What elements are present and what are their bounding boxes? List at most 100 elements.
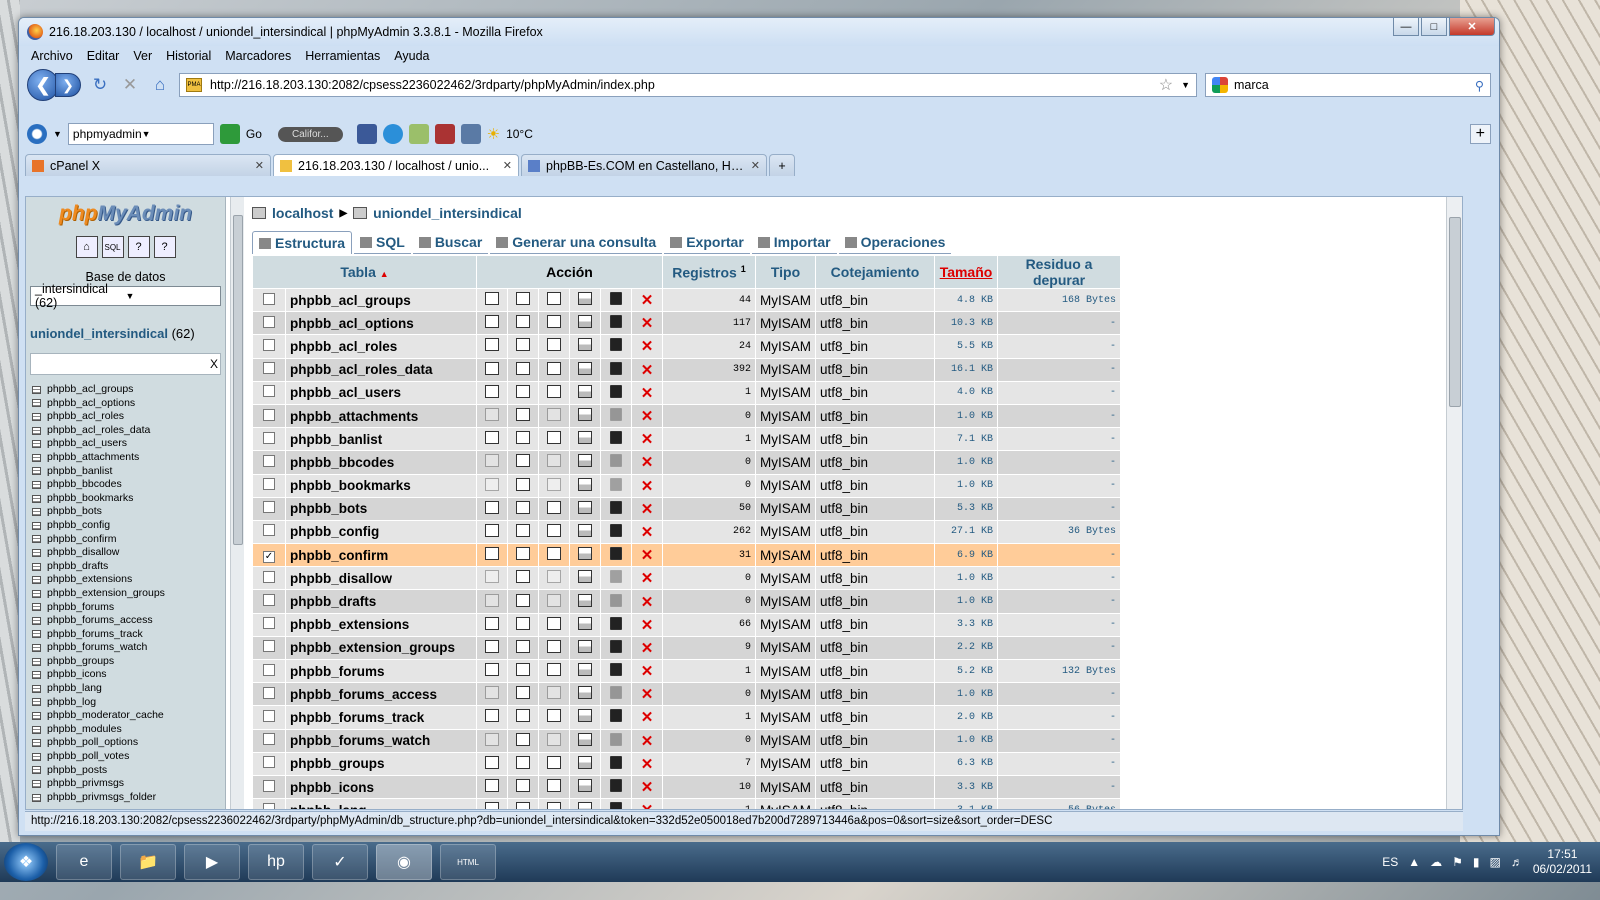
drop-icon[interactable]: ✕ bbox=[641, 802, 654, 809]
sidebar-table-item[interactable]: phpbb_log bbox=[32, 696, 225, 710]
table-row[interactable]: ✓ phpbb_confirm ✕ 31 MyISAM utf8_bin 6.9 KB - bbox=[253, 544, 1121, 567]
sidebar-table-item[interactable]: phpbb_acl_groups bbox=[32, 383, 225, 397]
menu-item-4[interactable]: Marcadores bbox=[225, 49, 291, 63]
insert-icon[interactable] bbox=[578, 755, 592, 769]
structure-icon[interactable] bbox=[516, 431, 530, 445]
empty-icon[interactable] bbox=[610, 408, 622, 422]
empty-icon[interactable] bbox=[610, 686, 622, 700]
row-checkbox[interactable] bbox=[263, 779, 275, 792]
sidebar-table-item[interactable]: phpbb_bookmarks bbox=[32, 492, 225, 506]
url-input[interactable] bbox=[210, 78, 1151, 92]
drop-icon[interactable]: ✕ bbox=[641, 709, 654, 726]
sidebar-table-item[interactable]: phpbb_bots bbox=[32, 505, 225, 519]
row-checkbox[interactable] bbox=[263, 709, 275, 722]
crumb-server-link[interactable]: localhost bbox=[272, 205, 333, 221]
insert-icon[interactable] bbox=[578, 779, 592, 793]
table-name[interactable]: phpbb_drafts bbox=[286, 590, 476, 613]
structure-icon[interactable] bbox=[516, 709, 530, 723]
empty-icon[interactable] bbox=[610, 523, 622, 537]
empty-icon[interactable] bbox=[610, 709, 622, 723]
drop-icon[interactable]: ✕ bbox=[641, 292, 654, 309]
media-player-taskbar-icon[interactable]: ▶ bbox=[184, 844, 240, 880]
structure-icon[interactable] bbox=[516, 454, 530, 468]
table-name[interactable]: phpbb_icons bbox=[286, 775, 476, 799]
size-cell[interactable]: 5.3 KB bbox=[935, 497, 998, 520]
drop-icon[interactable]: ✕ bbox=[641, 617, 654, 634]
table-row[interactable]: phpbb_extension_groups ✕ 9 MyISAM utf8_bin 2.… bbox=[253, 636, 1121, 659]
size-cell[interactable]: 3.3 KB bbox=[935, 775, 998, 799]
sidebar-table-item[interactable]: phpbb_attachments bbox=[32, 451, 225, 465]
sidebar-table-item[interactable]: phpbb_poll_options bbox=[32, 736, 225, 750]
sidebar-table-item[interactable]: phpbb_icons bbox=[32, 668, 225, 682]
sidebar-table-item[interactable]: phpbb_privmsgs bbox=[32, 777, 225, 791]
table-name[interactable]: phpbb_attachments bbox=[286, 404, 476, 428]
structure-icon[interactable] bbox=[516, 338, 530, 352]
table-name[interactable]: phpbb_groups bbox=[286, 752, 476, 775]
reload-icon[interactable]: ↻ bbox=[89, 74, 111, 96]
insert-icon[interactable] bbox=[578, 454, 592, 468]
drop-icon[interactable]: ✕ bbox=[641, 454, 654, 471]
search-icon[interactable] bbox=[547, 593, 561, 607]
add-toolbar-button[interactable]: + bbox=[1469, 124, 1491, 144]
language-indicator[interactable]: ES bbox=[1382, 855, 1398, 869]
sql-docs-icon[interactable]: ? bbox=[153, 236, 176, 258]
table-name[interactable]: phpbb_bbcodes bbox=[286, 451, 476, 474]
sql-query-icon[interactable]: SQL bbox=[101, 236, 124, 258]
insert-icon[interactable] bbox=[578, 802, 592, 809]
tab-close-icon[interactable]: ✕ bbox=[751, 159, 760, 172]
table-row[interactable]: phpbb_acl_options ✕ 117 MyISAM utf8_bin 10.3 … bbox=[253, 312, 1121, 335]
size-cell[interactable]: 5.2 KB bbox=[935, 660, 998, 683]
row-checkbox[interactable] bbox=[263, 663, 275, 676]
browse-icon[interactable] bbox=[485, 431, 499, 445]
table-row[interactable]: phpbb_forums_access ✕ 0 MyISAM utf8_bin 1.0 K… bbox=[253, 683, 1121, 706]
crumb-db-link[interactable]: uniondel_intersindical bbox=[373, 205, 522, 221]
size-cell[interactable]: 7.1 KB bbox=[935, 428, 998, 451]
table-row[interactable]: phpbb_banlist ✕ 1 MyISAM utf8_bin 7.1 KB - bbox=[253, 428, 1121, 451]
insert-icon[interactable] bbox=[578, 663, 592, 677]
browse-icon[interactable] bbox=[485, 779, 499, 793]
insert-icon[interactable] bbox=[578, 431, 592, 445]
browse-icon[interactable] bbox=[485, 477, 499, 491]
row-checkbox[interactable] bbox=[263, 617, 275, 630]
table-name[interactable]: phpbb_confirm bbox=[286, 544, 476, 567]
size-cell[interactable]: 5.5 KB bbox=[935, 335, 998, 358]
table-name[interactable]: phpbb_forums_access bbox=[286, 683, 476, 706]
insert-icon[interactable] bbox=[578, 292, 592, 306]
phpmyadmin-logo[interactable]: phpMyAdmin bbox=[26, 202, 225, 226]
search-icon[interactable] bbox=[547, 431, 561, 445]
search-icon[interactable]: ⚲ bbox=[1475, 78, 1484, 93]
hp-taskbar-icon[interactable]: hp bbox=[248, 844, 304, 880]
col-overhead-header[interactable]: Residuo a depurar bbox=[998, 256, 1121, 288]
table-row[interactable]: phpbb_acl_groups ✕ 44 MyISAM utf8_bin 4.8 KB 1… bbox=[253, 289, 1121, 312]
table-name[interactable]: phpbb_acl_users bbox=[286, 381, 476, 404]
table-row[interactable]: phpbb_groups ✕ 7 MyISAM utf8_bin 6.3 KB - bbox=[253, 752, 1121, 775]
structure-icon[interactable] bbox=[516, 292, 530, 306]
table-row[interactable]: phpbb_config ✕ 262 MyISAM utf8_bin 27.1 KB 36 … bbox=[253, 520, 1121, 544]
size-cell[interactable]: 4.0 KB bbox=[935, 381, 998, 404]
insert-icon[interactable] bbox=[578, 570, 592, 584]
globe-icon[interactable] bbox=[460, 124, 481, 144]
search-icon[interactable] bbox=[547, 779, 561, 793]
table-name[interactable]: phpbb_lang bbox=[286, 799, 476, 809]
home-icon[interactable]: ⌂ bbox=[149, 74, 171, 96]
search-icon[interactable] bbox=[547, 384, 561, 398]
size-cell[interactable]: 1.0 KB bbox=[935, 590, 998, 613]
menu-item-5[interactable]: Herramientas bbox=[305, 49, 380, 63]
size-cell[interactable]: 1.0 KB bbox=[935, 729, 998, 752]
drop-icon[interactable]: ✕ bbox=[641, 547, 654, 564]
pma-tab-sql[interactable]: SQL bbox=[354, 231, 411, 254]
size-cell[interactable]: 1.0 KB bbox=[935, 683, 998, 706]
html-kit-taskbar-icon[interactable]: HTML bbox=[440, 844, 496, 880]
forward-button[interactable]: ❯ bbox=[55, 73, 81, 97]
sidebar-table-item[interactable]: phpbb_forums_watch bbox=[32, 641, 225, 655]
structure-icon[interactable] bbox=[516, 384, 530, 398]
table-row[interactable]: phpbb_acl_roles ✕ 24 MyISAM utf8_bin 5.5 KB - bbox=[253, 335, 1121, 358]
signal-icon[interactable]: ▨ bbox=[1489, 855, 1500, 869]
row-checkbox[interactable]: ✓ bbox=[263, 551, 275, 564]
pma-tab-buscar[interactable]: Buscar bbox=[412, 231, 489, 254]
structure-icon[interactable] bbox=[516, 570, 530, 584]
search-icon[interactable] bbox=[547, 292, 561, 306]
tab-close-icon[interactable]: ✕ bbox=[255, 159, 264, 172]
sidebar-table-item[interactable]: phpbb_extensions bbox=[32, 573, 225, 587]
drop-icon[interactable]: ✕ bbox=[641, 315, 654, 332]
